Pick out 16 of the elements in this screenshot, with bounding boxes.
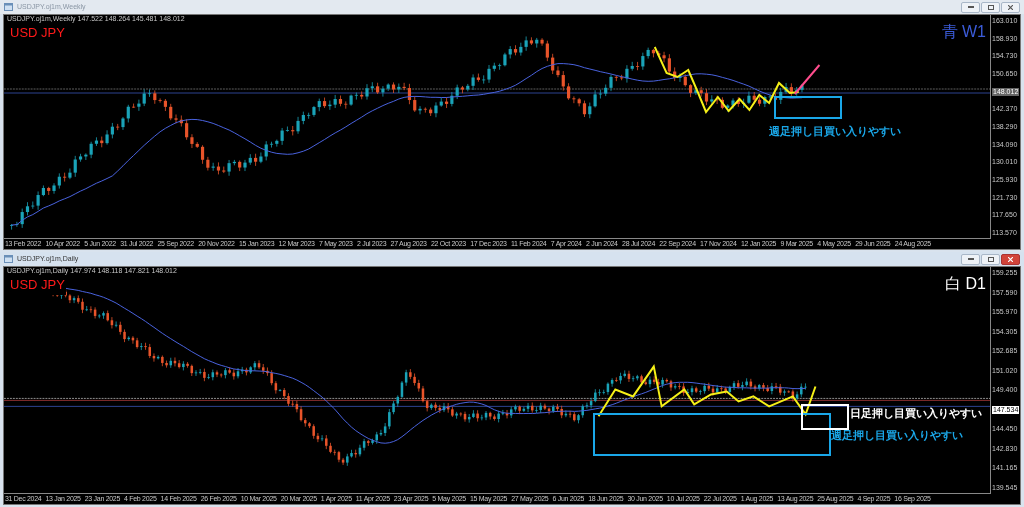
window-icon xyxy=(4,255,13,263)
close-icon xyxy=(1008,256,1013,262)
maximize-button[interactable] xyxy=(981,253,1000,265)
minimize-button[interactable] xyxy=(961,253,980,265)
close-button[interactable] xyxy=(1001,1,1020,13)
maximize-button[interactable] xyxy=(981,1,1000,13)
timeframe-label: 白 D1 xyxy=(945,274,986,294)
timeframe-label: 青 W1 xyxy=(941,22,986,42)
minimize-button[interactable] xyxy=(961,1,980,13)
close-icon xyxy=(1008,4,1013,10)
close-button[interactable] xyxy=(1001,253,1020,265)
window-icon xyxy=(4,3,13,11)
annotation-text: 日足押し目買い入りやすい xyxy=(850,406,982,421)
zone-rectangle xyxy=(774,96,843,119)
annotation-text: 週足押し目買い入りやすい xyxy=(769,124,902,139)
annotation-text: 週足押し目買い入りやすい xyxy=(831,428,964,443)
